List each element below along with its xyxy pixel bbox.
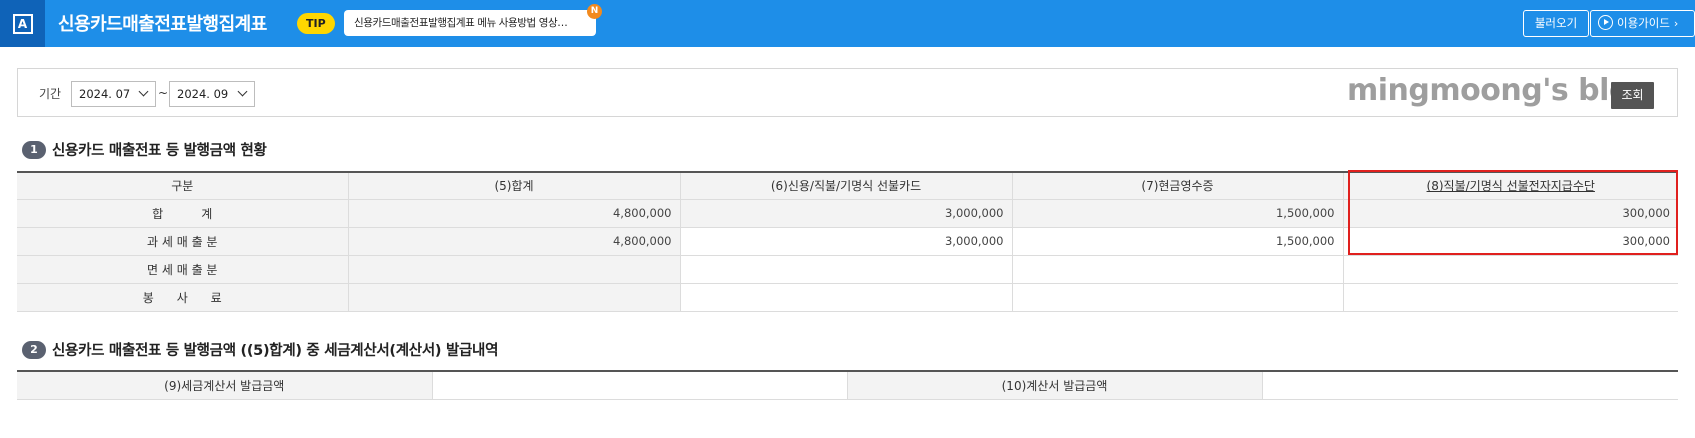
cell-total bbox=[348, 283, 681, 312]
new-badge: N bbox=[587, 4, 602, 19]
app-logo-icon[interactable]: A bbox=[0, 0, 45, 47]
cell-cash-receipt: 1,500,000 bbox=[1012, 199, 1344, 228]
column-header-e-payment: (8)직불/기명식 선불전자지급수단 bbox=[1343, 172, 1678, 200]
period-label: 기간 bbox=[39, 87, 62, 101]
cell-card: 3,000,000 bbox=[680, 199, 1013, 228]
chevron-down-icon bbox=[237, 86, 248, 97]
tax-invoice-label: (9)세금계산서 발급금액 bbox=[17, 371, 433, 400]
section-number-badge: 2 bbox=[22, 340, 46, 359]
section-title: 신용카드 매출전표 등 발행금액 ((5)합계) 중 세금계산서(계산서) 발급… bbox=[52, 343, 499, 359]
table-row: 면 세 매 출 분 bbox=[17, 255, 1678, 284]
cell-e-payment-input[interactable] bbox=[1343, 255, 1678, 284]
row-label-tax-exempt: 면 세 매 출 분 bbox=[17, 255, 349, 284]
guide-button[interactable]: 이용가이드 › bbox=[1590, 10, 1695, 37]
period-separator: ~ bbox=[158, 86, 169, 100]
cell-e-payment-input[interactable]: 300,000 bbox=[1343, 227, 1678, 256]
section-number-badge: 1 bbox=[22, 140, 46, 159]
row-label-taxable: 과 세 매 출 분 bbox=[17, 227, 349, 256]
period-to-select[interactable]: 2024. 09 bbox=[169, 81, 255, 107]
tip-message-link[interactable]: 신용카드매출전표발행집계표 메뉴 사용방법 영상… bbox=[344, 10, 596, 36]
row-label-service-charge: 봉 사 료 bbox=[17, 283, 349, 312]
search-panel: 기간 2024. 07 ~ 2024. 09 mingmoong's blog … bbox=[17, 68, 1678, 117]
blog-watermark: mingmoong's blog bbox=[1347, 73, 1651, 108]
section-1-heading: 1 신용카드 매출전표 등 발행금액 현황 bbox=[22, 139, 267, 160]
table-row: 봉 사 료 bbox=[17, 283, 1678, 312]
table-row: 과 세 매 출 분 4,800,000 3,000,000 1,500,000 … bbox=[17, 227, 1678, 256]
issuance-summary-table: 구분 (5)합계 (6)신용/직불/기명식 선불카드 (7)현금영수증 (8)직… bbox=[17, 171, 1678, 312]
load-button[interactable]: 불러오기 bbox=[1523, 10, 1589, 37]
period-from-value: 2024. 07 bbox=[79, 87, 131, 101]
invoice-amount-input[interactable] bbox=[1262, 371, 1678, 400]
section-title: 신용카드 매출전표 등 발행금액 현황 bbox=[52, 143, 267, 159]
cell-e-payment-input[interactable] bbox=[1343, 283, 1678, 312]
invoice-label: (10)계산서 발급금액 bbox=[847, 371, 1263, 400]
guide-button-label: 이용가이드 bbox=[1617, 16, 1670, 30]
page-title: 신용카드매출전표발행집계표 bbox=[58, 14, 267, 35]
period-from-select[interactable]: 2024. 07 bbox=[71, 81, 156, 107]
app-logo-letter: A bbox=[12, 13, 33, 34]
play-circle-icon bbox=[1598, 15, 1613, 30]
table-row: 합 계 4,800,000 3,000,000 1,500,000 300,00… bbox=[17, 199, 1678, 228]
top-header-bar: A 신용카드매출전표발행집계표 TIP 신용카드매출전표발행집계표 메뉴 사용방… bbox=[0, 0, 1695, 47]
query-button[interactable]: 조회 bbox=[1611, 82, 1654, 109]
cell-cash-receipt-input[interactable] bbox=[1012, 255, 1344, 284]
chevron-down-icon bbox=[138, 86, 149, 97]
column-header-category: 구분 bbox=[17, 172, 349, 200]
table-header-row: 구분 (5)합계 (6)신용/직불/기명식 선불카드 (7)현금영수증 (8)직… bbox=[17, 172, 1678, 200]
column-header-total: (5)합계 bbox=[348, 172, 681, 200]
cell-e-payment: 300,000 bbox=[1343, 199, 1678, 228]
chevron-right-icon: › bbox=[1673, 17, 1679, 30]
table-row: (9)세금계산서 발급금액 (10)계산서 발급금액 bbox=[17, 371, 1678, 400]
cell-cash-receipt-input[interactable]: 1,500,000 bbox=[1012, 227, 1344, 256]
cell-cash-receipt-input[interactable] bbox=[1012, 283, 1344, 312]
cell-total: 4,800,000 bbox=[348, 199, 681, 228]
column-header-card: (6)신용/직불/기명식 선불카드 bbox=[680, 172, 1013, 200]
period-to-value: 2024. 09 bbox=[177, 87, 229, 101]
invoice-issuance-table: (9)세금계산서 발급금액 (10)계산서 발급금액 bbox=[17, 370, 1678, 400]
cell-card-input[interactable]: 3,000,000 bbox=[680, 227, 1013, 256]
column-header-cash-receipt: (7)현금영수증 bbox=[1012, 172, 1344, 200]
section-2-heading: 2 신용카드 매출전표 등 발행금액 ((5)합계) 중 세금계산서(계산서) … bbox=[22, 339, 498, 360]
cell-card-input[interactable] bbox=[680, 255, 1013, 284]
cell-total bbox=[348, 255, 681, 284]
cell-total: 4,800,000 bbox=[348, 227, 681, 256]
row-label-total: 합 계 bbox=[17, 199, 349, 228]
tax-invoice-amount-input[interactable] bbox=[432, 371, 848, 400]
tip-badge: TIP bbox=[297, 13, 335, 34]
cell-card-input[interactable] bbox=[680, 283, 1013, 312]
